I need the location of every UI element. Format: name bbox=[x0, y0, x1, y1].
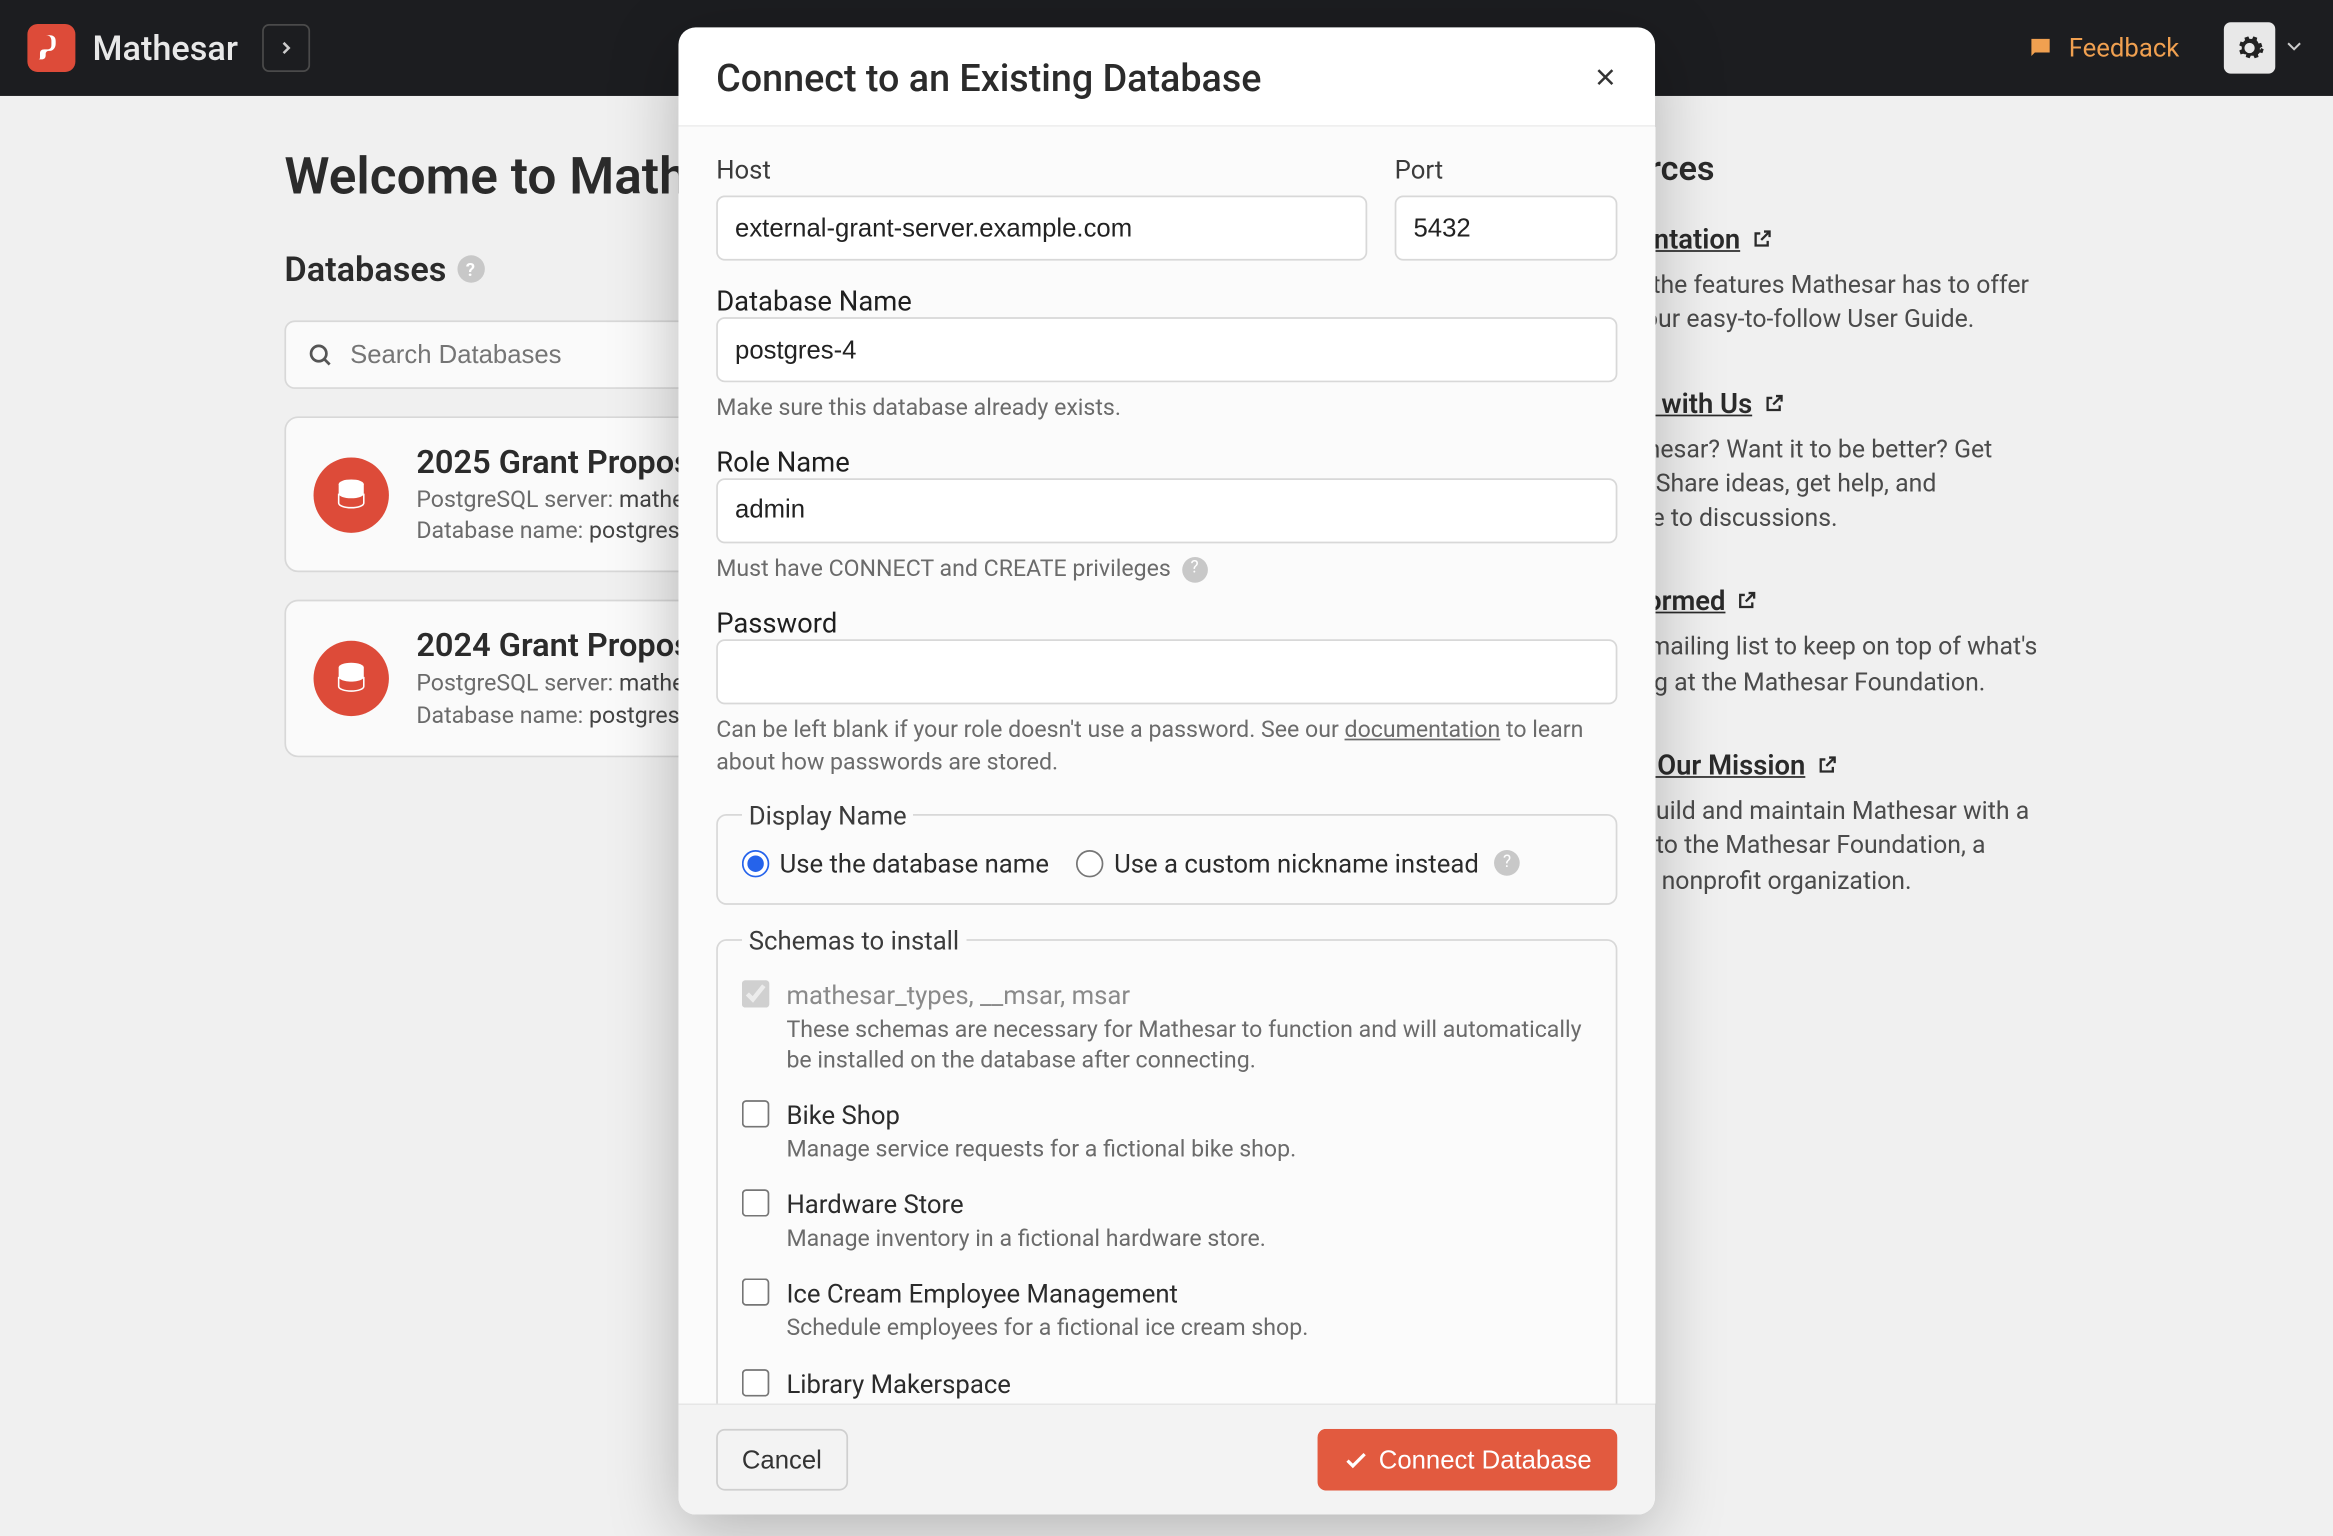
host-label: Host bbox=[716, 154, 1367, 185]
password-input[interactable] bbox=[716, 639, 1617, 704]
modal-title: Connect to an Existing Database bbox=[716, 58, 1261, 101]
help-icon[interactable]: ? bbox=[457, 255, 484, 282]
schema-label: mathesar_types, __msar, msar bbox=[786, 979, 1591, 1010]
schema-item: Hardware Store Manage inventory in a fic… bbox=[742, 1189, 1592, 1254]
external-link-icon bbox=[1762, 392, 1784, 414]
role-hint: Must have CONNECT and CREATE privileges bbox=[716, 555, 1171, 582]
settings-menu-toggle[interactable] bbox=[2282, 32, 2306, 65]
dbname-input[interactable] bbox=[716, 317, 1617, 382]
settings-button[interactable] bbox=[2224, 22, 2275, 73]
displayname-option-dbname[interactable]: Use the database name bbox=[742, 847, 1049, 878]
databases-heading: Databases bbox=[284, 248, 446, 289]
external-link-icon bbox=[1816, 754, 1838, 776]
displayname-option-nickname[interactable]: Use a custom nickname instead ? bbox=[1076, 847, 1520, 878]
schema-item: Ice Cream Employee Management Schedule e… bbox=[742, 1279, 1592, 1344]
dbname-hint: Make sure this database already exists. bbox=[716, 392, 1617, 424]
role-label: Role Name bbox=[716, 445, 850, 478]
schema-desc: Manage inventory in a fictional hardware… bbox=[786, 1224, 1591, 1255]
port-input[interactable] bbox=[1395, 195, 1618, 260]
schema-desc: Manage service requests for a fictional … bbox=[786, 1134, 1591, 1165]
connect-database-button[interactable]: Connect Database bbox=[1317, 1429, 1617, 1491]
external-link-icon bbox=[1750, 228, 1772, 250]
schema-item: Library Makerspace Track jobs and equipm… bbox=[742, 1368, 1592, 1403]
password-hint-1: Can be left blank if your role doesn't u… bbox=[716, 716, 1344, 743]
database-icon bbox=[314, 641, 389, 716]
schema-checkbox bbox=[742, 979, 769, 1006]
close-button[interactable] bbox=[1593, 62, 1617, 98]
schema-label: Ice Cream Employee Management bbox=[786, 1279, 1591, 1310]
feedback-link[interactable]: Feedback bbox=[2028, 33, 2180, 64]
schema-label: Bike Shop bbox=[786, 1100, 1591, 1131]
schema-item: Bike Shop Manage service requests for a … bbox=[742, 1100, 1592, 1165]
schema-checkbox[interactable] bbox=[742, 1189, 769, 1216]
database-icon bbox=[314, 457, 389, 532]
check-icon bbox=[1343, 1447, 1369, 1473]
help-icon[interactable]: ? bbox=[1182, 557, 1208, 583]
schema-checkbox[interactable] bbox=[742, 1279, 769, 1306]
schema-desc: These schemas are necessary for Mathesar… bbox=[786, 1014, 1591, 1076]
gear-icon bbox=[2234, 33, 2265, 64]
schemas-legend: Schemas to install bbox=[742, 924, 966, 955]
feedback-icon bbox=[2028, 34, 2055, 61]
external-link-icon bbox=[1736, 590, 1758, 612]
connect-database-modal: Connect to an Existing Database Host Por… bbox=[678, 27, 1655, 1514]
cancel-button[interactable]: Cancel bbox=[716, 1429, 847, 1491]
host-input[interactable] bbox=[716, 195, 1367, 260]
role-input[interactable] bbox=[716, 478, 1617, 543]
schema-label: Library Makerspace bbox=[786, 1368, 1591, 1399]
app-logo[interactable] bbox=[27, 24, 75, 72]
breadcrumb-toggle[interactable] bbox=[262, 24, 310, 72]
help-icon[interactable]: ? bbox=[1494, 850, 1520, 876]
schema-label: Hardware Store bbox=[786, 1189, 1591, 1220]
close-icon bbox=[1593, 65, 1617, 89]
schema-item: mathesar_types, __msar, msar These schem… bbox=[742, 979, 1592, 1076]
displayname-legend: Display Name bbox=[742, 799, 914, 830]
schemas-group: Schemas to install mathesar_types, __msa… bbox=[716, 924, 1617, 1403]
chevron-down-icon bbox=[2282, 33, 2306, 57]
password-label: Password bbox=[716, 606, 837, 639]
schema-desc: Schedule employees for a fictional ice c… bbox=[786, 1313, 1591, 1344]
port-label: Port bbox=[1395, 154, 1618, 185]
display-name-group: Display Name Use the database name Use a… bbox=[716, 799, 1617, 904]
search-icon bbox=[307, 341, 333, 368]
dbname-label: Database Name bbox=[716, 284, 912, 317]
documentation-link[interactable]: documentation bbox=[1345, 716, 1501, 743]
schema-checkbox[interactable] bbox=[742, 1100, 769, 1127]
brand-name[interactable]: Mathesar bbox=[93, 27, 238, 68]
schema-checkbox[interactable] bbox=[742, 1368, 769, 1395]
